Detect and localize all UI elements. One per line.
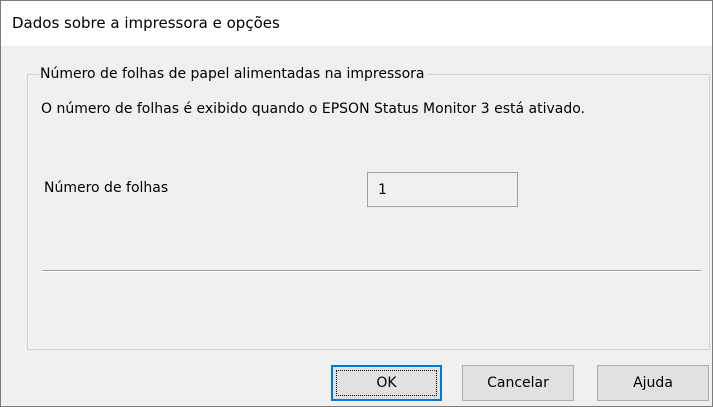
sheet-count-label: Número de folhas [44,180,169,196]
ok-button[interactable]: OK [331,365,442,401]
separator-line [42,270,701,272]
title-bar: Dados sobre a impressora e opções [1,1,712,46]
printer-info-dialog: Dados sobre a impressora e opções Número… [0,0,713,407]
sheet-count-field: 1 [367,172,518,207]
cancel-button[interactable]: Cancelar [462,365,574,401]
sheet-count-value: 1 [378,182,387,198]
dialog-title: Dados sobre a impressora e opções [12,14,280,32]
help-button[interactable]: Ajuda [597,365,709,401]
status-monitor-info-text: O número de folhas é exibido quando o EP… [41,101,585,117]
group-legend: Número de folhas de papel alimentadas na… [39,65,428,83]
